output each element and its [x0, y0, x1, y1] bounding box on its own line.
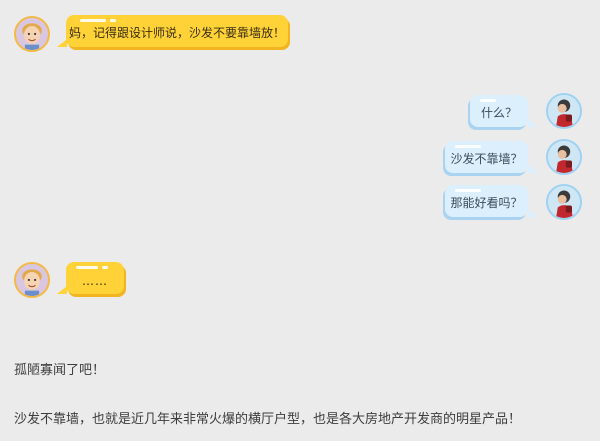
bubble-tail	[528, 165, 538, 173]
article-paragraph: 沙发不靠墙，也就是近几年来非常火爆的横厅户型，也是各大房地产开发商的明星产品！	[14, 412, 522, 427]
message-bubble-adult: 沙发不靠墙？	[445, 141, 528, 173]
message-text: ……	[82, 274, 108, 288]
message-bubble-adult: 什么？	[470, 95, 528, 127]
bubble-tail	[528, 209, 538, 217]
message-text: 妈，记得跟设计师说，沙发不要靠墙放！	[68, 26, 285, 40]
message-bubble-kid: 妈，记得跟设计师说，沙发不要靠墙放！	[66, 15, 288, 47]
message-text: 什么？	[480, 106, 517, 120]
adult-avatar	[546, 184, 582, 220]
adult-avatar	[546, 139, 582, 175]
adult-avatar	[546, 93, 582, 129]
message-text: 沙发不靠墙？	[450, 152, 523, 166]
kid-avatar	[14, 16, 50, 52]
message-bubble-adult: 那能好看吗？	[445, 185, 528, 217]
bubble-tail	[57, 39, 67, 47]
message-text: 那能好看吗？	[450, 196, 523, 210]
article-paragraph: 孤陋寡闻了吧！	[14, 363, 106, 378]
kid-avatar	[14, 262, 50, 298]
bubble-tail	[528, 119, 538, 127]
bubble-tail	[57, 286, 67, 294]
message-bubble-kid: ……	[66, 262, 124, 294]
